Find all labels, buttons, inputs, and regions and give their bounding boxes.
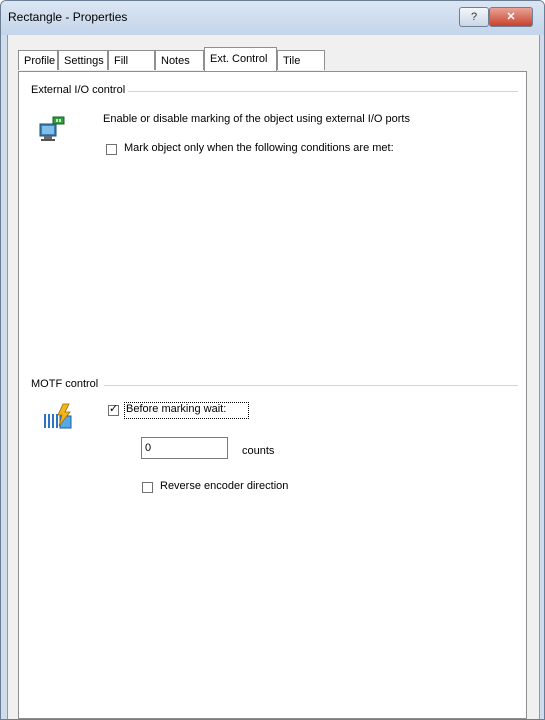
external-io-divider (90, 91, 518, 92)
tab-notes[interactable]: Notes (155, 50, 204, 70)
external-io-description: Enable or disable marking of the object … (103, 113, 410, 125)
tab-settings[interactable]: Settings (58, 50, 108, 70)
help-icon: ? (470, 11, 478, 23)
wait-counts-input[interactable] (141, 437, 228, 459)
before-marking-wait-label[interactable]: Before marking wait: (126, 403, 226, 415)
tab-fill-label: Fill (114, 55, 129, 67)
external-io-icon (38, 114, 68, 144)
dialog-client-area: Profile Settings Fill Notes Ext. Control… (7, 35, 540, 719)
ext-control-panel: External I/O control Enable or disable m… (18, 71, 527, 719)
window-title: Rectangle - Properties (8, 10, 128, 24)
close-button[interactable]: ✕ (489, 7, 533, 27)
encoder-lightning-icon (43, 402, 73, 432)
external-io-group-label: External I/O control (31, 84, 129, 96)
tab-ext-control[interactable]: Ext. Control (204, 47, 277, 71)
reverse-encoder-label[interactable]: Reverse encoder direction (160, 480, 288, 492)
tab-ext-control-label: Ext. Control (210, 53, 268, 65)
mark-conditions-checkbox[interactable] (106, 144, 117, 155)
tab-settings-label: Settings (64, 55, 104, 67)
title-bar[interactable]: Rectangle - Properties ? ✕ (1, 1, 544, 35)
tab-tile-label: Tile (283, 55, 301, 67)
mark-conditions-label[interactable]: Mark object only when the following cond… (124, 142, 394, 154)
tab-fill[interactable]: Fill (108, 50, 155, 70)
close-icon: ✕ (506, 11, 516, 23)
tab-profile-label: Profile (24, 55, 56, 67)
tab-profile[interactable]: Profile (18, 50, 58, 70)
checkmark-icon: ✓ (109, 403, 119, 415)
reverse-encoder-checkbox[interactable] (142, 482, 153, 493)
counts-unit-label: counts (242, 445, 275, 457)
before-marking-wait-checkbox[interactable]: ✓ (108, 403, 119, 416)
motf-group-label: MOTF control (31, 378, 102, 390)
tab-tile[interactable]: Tile (277, 50, 325, 70)
tab-notes-label: Notes (161, 55, 190, 67)
properties-window: Rectangle - Properties ? ✕ Profile Setti… (0, 0, 545, 720)
motf-divider (104, 385, 518, 386)
help-button[interactable]: ? (459, 7, 489, 27)
